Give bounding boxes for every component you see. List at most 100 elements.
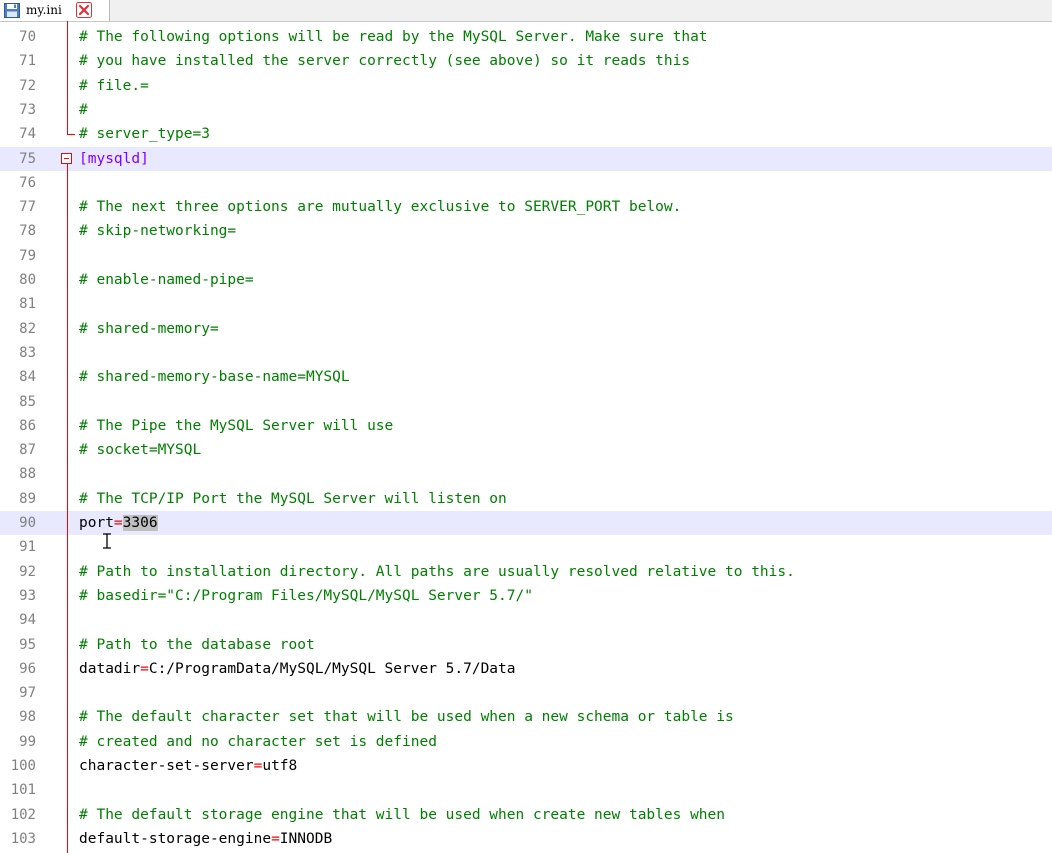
editor-line[interactable]: 72 # file.= — [0, 74, 1052, 98]
comment-text: # basedir="C:/Program Files/MySQL/MySQL … — [79, 587, 533, 604]
comment-text: # file.= — [79, 77, 149, 94]
line-number: 89 — [19, 490, 36, 507]
line-number: 96 — [19, 660, 36, 677]
line-text: default-storage-engine=INNODB — [79, 827, 332, 851]
line-text: # — [79, 98, 88, 122]
line-number: 77 — [19, 199, 36, 216]
editor-line[interactable]: 92 # Path to installation directory. All … — [0, 560, 1052, 584]
comment-text: # shared-memory-base-name=MYSQL — [79, 369, 350, 386]
line-number: 99 — [19, 733, 36, 750]
code-editor[interactable]: 70 # The following options will be read b… — [0, 21, 1052, 853]
editor-line[interactable]: 97 — [0, 681, 1052, 705]
editor-line[interactable]: 100 character-set-server=utf8 — [0, 754, 1052, 778]
editor-line[interactable]: 89 # The TCP/IP Port the MySQL Server wil… — [0, 487, 1052, 511]
comment-text: # The TCP/IP Port the MySQL Server will … — [79, 490, 507, 507]
editor-line[interactable]: 91 — [0, 535, 1052, 559]
editor-line[interactable]: 74 # server_type=3 — [0, 122, 1052, 146]
equals-operator: = — [271, 830, 280, 847]
editor-line[interactable]: 87 # socket=MYSQL — [0, 438, 1052, 462]
equals-operator: = — [113, 515, 123, 531]
line-text: # created and no character set is define… — [79, 730, 437, 754]
line-text: # The default character set that will be… — [79, 705, 734, 729]
line-text: # shared-memory= — [79, 317, 219, 341]
editor-line[interactable]: 78 # skip-networking= — [0, 219, 1052, 243]
editor-line[interactable]: 79 — [0, 244, 1052, 268]
line-number: 92 — [19, 563, 36, 580]
editor-line[interactable]: 99 # created and no character set is defi… — [0, 730, 1052, 754]
config-key: character-set-server — [79, 758, 254, 774]
line-text: # file.= — [79, 74, 149, 98]
editor-line[interactable]: 84 # shared-memory-base-name=MYSQL — [0, 365, 1052, 389]
fold-collapse-icon[interactable] — [61, 152, 72, 164]
editor-line[interactable]: 85 — [0, 390, 1052, 414]
line-text: # socket=MYSQL — [79, 438, 201, 462]
line-number: 90 — [19, 515, 36, 531]
line-text: port=3306 — [79, 511, 158, 535]
comment-text: # The Pipe the MySQL Server will use — [79, 417, 394, 434]
line-number: 93 — [19, 587, 36, 604]
line-text: # enable-named-pipe= — [79, 268, 254, 292]
line-number: 102 — [10, 806, 36, 823]
editor-line[interactable]: 83 — [0, 341, 1052, 365]
line-text: # Path to the database root — [79, 633, 315, 657]
editor-line[interactable]: 82 # shared-memory= — [0, 317, 1052, 341]
tab-my-ini[interactable]: my.ini — [0, 0, 110, 21]
fold-range-line — [67, 21, 68, 135]
comment-text: # Path to installation directory. All pa… — [79, 563, 795, 580]
line-number: 76 — [19, 174, 36, 191]
editor-line[interactable]: 96 datadir=C:/ProgramData/MySQL/MySQL Ser… — [0, 657, 1052, 681]
editor-line[interactable]: 102 # The default storage engine that wil… — [0, 803, 1052, 827]
editor-line[interactable]: 95 # Path to the database root — [0, 633, 1052, 657]
line-number: 103 — [10, 830, 36, 847]
comment-text: # — [79, 101, 88, 118]
line-number: 94 — [19, 612, 36, 629]
comment-text: # The following options will be read by … — [79, 29, 708, 45]
line-text: # The default storage engine that will b… — [79, 803, 725, 827]
line-number: 86 — [19, 417, 36, 434]
tab-filename: my.ini — [26, 3, 62, 17]
editor-line[interactable]: 75 [mysqld] — [0, 146, 1052, 171]
editor-line[interactable]: 86 # The Pipe the MySQL Server will use — [0, 414, 1052, 438]
line-text: # Path to installation directory. All pa… — [79, 560, 795, 584]
editor-line[interactable]: 73 # — [0, 98, 1052, 122]
editor-line[interactable]: 103 default-storage-engine=INNODB — [0, 827, 1052, 851]
line-number: 87 — [19, 442, 36, 459]
comment-text: # shared-memory= — [79, 320, 219, 337]
editor-line[interactable]: 94 — [0, 608, 1052, 632]
editor-line[interactable]: 101 — [0, 778, 1052, 802]
editor-line[interactable]: 80 # enable-named-pipe= — [0, 268, 1052, 292]
editor-line[interactable]: 88 — [0, 462, 1052, 486]
line-number: 73 — [19, 101, 36, 118]
comment-text: # you have installed the server correctl… — [79, 53, 691, 70]
close-x-icon[interactable] — [76, 2, 92, 18]
editor-line[interactable]: 71 # you have installed the server correc… — [0, 49, 1052, 73]
line-text: # you have installed the server correctl… — [79, 49, 690, 73]
comment-text: # server_type=3 — [79, 126, 210, 143]
editor-line[interactable]: 70 # The following options will be read b… — [0, 25, 1052, 49]
line-number: 72 — [19, 77, 36, 94]
line-text: character-set-server=utf8 — [79, 754, 297, 778]
comment-text: # The next three options are mutually ex… — [79, 199, 682, 216]
comment-text: # socket=MYSQL — [79, 442, 202, 459]
editor-line[interactable]: 93 # basedir="C:/Program Files/MySQL/MySQ… — [0, 584, 1052, 608]
line-number: 98 — [19, 709, 36, 726]
line-number: 97 — [19, 685, 36, 702]
fold-range-end — [67, 134, 75, 136]
editor-line[interactable]: 77 # The next three options are mutually … — [0, 195, 1052, 219]
config-value: 3306 — [122, 515, 158, 531]
comment-text: # Path to the database root — [79, 636, 315, 653]
line-text: datadir=C:/ProgramData/MySQL/MySQL Serve… — [79, 657, 516, 681]
editor-line[interactable]: 76 — [0, 171, 1052, 195]
config-value: C:/ProgramData/MySQL/MySQL Server 5.7/Da… — [148, 660, 516, 677]
config-key: default-storage-engine — [79, 830, 272, 847]
line-number: 71 — [19, 53, 36, 70]
line-text: # The following options will be read by … — [79, 25, 708, 49]
line-number: 84 — [19, 369, 36, 386]
line-number: 74 — [19, 126, 36, 143]
editor-line[interactable]: 90 port=3306 — [0, 511, 1052, 535]
editor-line[interactable]: 98 # The default character set that will … — [0, 705, 1052, 729]
line-number: 75 — [19, 150, 36, 167]
config-key: datadir — [79, 660, 141, 677]
line-text: # shared-memory-base-name=MYSQL — [79, 365, 350, 389]
editor-line[interactable]: 81 — [0, 292, 1052, 316]
